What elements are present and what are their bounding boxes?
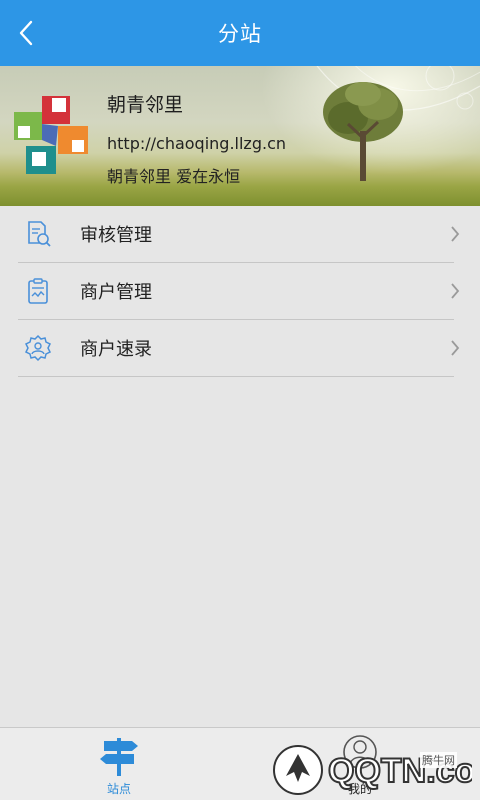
- watermark-text: 腾牛网: [420, 752, 457, 768]
- management-menu: 审核管理 商户管理 商户速录: [0, 206, 480, 377]
- chevron-right-icon: [451, 340, 460, 356]
- station-url: http://chaoqing.llzg.cn: [107, 134, 286, 153]
- gear-people-icon: [22, 332, 54, 364]
- menu-item-audit[interactable]: 审核管理: [18, 206, 460, 263]
- tree-illustration: [323, 82, 403, 181]
- station-name: 朝青邻里: [107, 94, 184, 116]
- menu-item-label: 商户速录: [80, 339, 152, 360]
- back-arrow-icon: [19, 20, 33, 46]
- station-banner: 朝青邻里 http://chaoqing.llzg.cn 朝青邻里 爱在永恒: [0, 66, 480, 206]
- menu-item-merchant-quick-entry[interactable]: 商户速录: [18, 320, 460, 377]
- station-logo: [14, 96, 88, 174]
- back-button[interactable]: [14, 19, 38, 47]
- tab-station[interactable]: 站点: [59, 728, 179, 800]
- station-slogan: 朝青邻里 爱在永恒: [107, 167, 241, 186]
- page-title: 分站: [218, 22, 262, 46]
- menu-item-label: 商户管理: [80, 282, 152, 303]
- clipboard-icon: [22, 275, 54, 307]
- menu-item-label: 审核管理: [80, 225, 152, 246]
- qqtn-watermark-logo: QQTN.com: [273, 745, 472, 795]
- tab-label: 站点: [106, 782, 131, 796]
- title-bar: 分站: [0, 0, 480, 66]
- chevron-right-icon: [451, 283, 460, 299]
- menu-item-merchant-management[interactable]: 商户管理: [18, 263, 460, 320]
- audit-document-icon: [22, 218, 54, 250]
- signpost-icon: [100, 738, 138, 776]
- chevron-right-icon: [451, 226, 460, 242]
